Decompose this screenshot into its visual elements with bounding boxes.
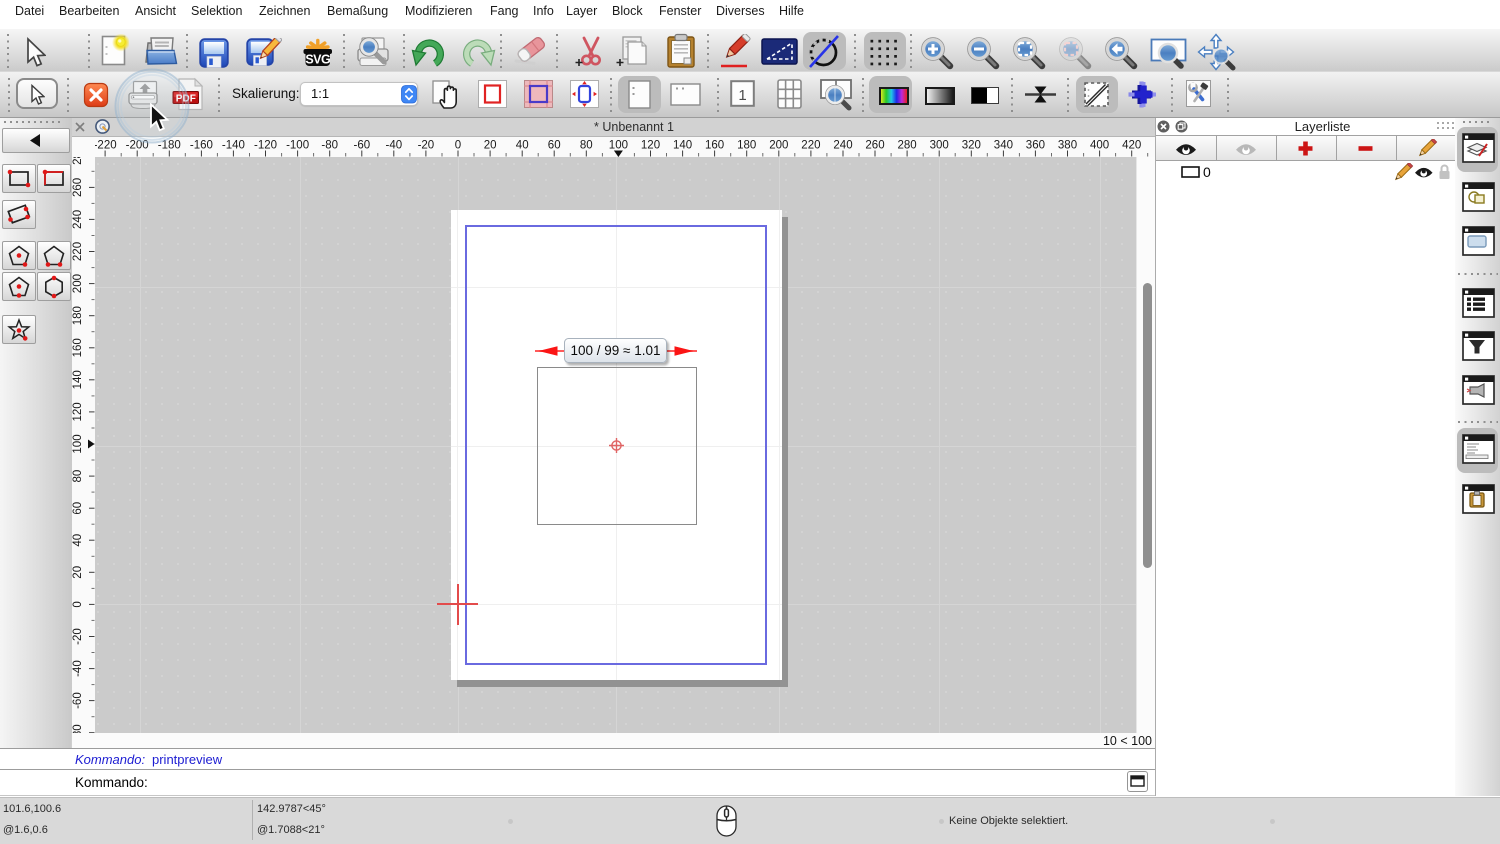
svg-text:220: 220	[801, 140, 820, 152]
svg-text:380: 380	[1058, 140, 1077, 152]
svg-text:-160: -160	[190, 140, 213, 152]
svg-text:280: 280	[898, 140, 917, 152]
svg-text:120: 120	[641, 140, 660, 152]
svg-text:40: 40	[72, 534, 84, 547]
svg-text:60: 60	[548, 140, 561, 152]
svg-text:0: 0	[72, 601, 84, 607]
svg-text:280: 280	[72, 157, 84, 165]
svg-text:400: 400	[1090, 140, 1109, 152]
svg-text:-80: -80	[72, 724, 84, 733]
svg-text:220: 220	[72, 242, 84, 261]
svg-text:240: 240	[72, 210, 84, 229]
svg-text:420: 420	[1122, 140, 1141, 152]
svg-text:340: 340	[994, 140, 1013, 152]
svg-text:160: 160	[705, 140, 724, 152]
svg-text:160: 160	[72, 338, 84, 357]
svg-text:-20: -20	[72, 628, 84, 645]
svg-text:100: 100	[72, 434, 84, 453]
svg-text:180: 180	[737, 140, 756, 152]
svg-text:0: 0	[455, 140, 461, 152]
svg-text:40: 40	[516, 140, 529, 152]
svg-text:140: 140	[72, 370, 84, 389]
svg-text:-60: -60	[353, 140, 370, 152]
svg-text:20: 20	[72, 566, 84, 579]
svg-text:-100: -100	[286, 140, 309, 152]
svg-text:80: 80	[72, 470, 84, 483]
svg-text:360: 360	[1026, 140, 1045, 152]
svg-text:-80: -80	[321, 140, 338, 152]
svg-text:120: 120	[72, 402, 84, 421]
svg-text:1: 1	[738, 87, 746, 104]
svg-text:140: 140	[673, 140, 692, 152]
svg-text:-40: -40	[385, 140, 402, 152]
svg-text:-120: -120	[254, 140, 277, 152]
svg-text:20: 20	[484, 140, 497, 152]
svg-text:180: 180	[72, 306, 84, 325]
svg-text:80: 80	[580, 140, 593, 152]
svg-text:-20: -20	[418, 140, 435, 152]
svg-text:60: 60	[72, 502, 84, 515]
svg-text:320: 320	[962, 140, 981, 152]
svg-text:-60: -60	[72, 692, 84, 709]
svg-text:-40: -40	[72, 660, 84, 677]
svg-text:300: 300	[930, 140, 949, 152]
svg-text:SVG: SVG	[305, 53, 330, 67]
svg-text:200: 200	[72, 274, 84, 293]
svg-text:260: 260	[865, 140, 884, 152]
svg-text:200: 200	[769, 140, 788, 152]
svg-text:100: 100	[609, 140, 628, 152]
svg-text:260: 260	[72, 178, 84, 197]
svg-text:240: 240	[833, 140, 852, 152]
svg-text:-140: -140	[222, 140, 245, 152]
